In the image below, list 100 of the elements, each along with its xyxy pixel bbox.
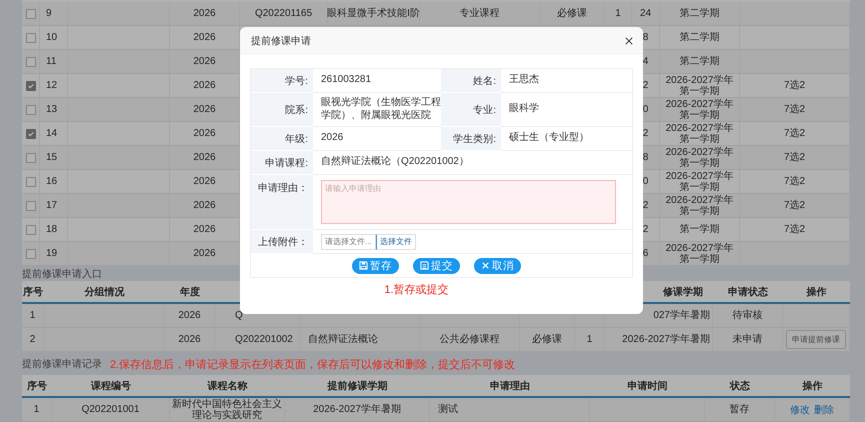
table-cell: 18 xyxy=(46,224,58,235)
checkbox[interactable] xyxy=(26,176,36,186)
section-title: 提前修课申请记录 xyxy=(22,358,102,371)
table-cell: 16 xyxy=(46,176,58,187)
table-cell: 2026 xyxy=(193,104,216,115)
table-cell-text: 2026-2027学年第一学期 xyxy=(664,242,734,264)
table-cell: 2026 xyxy=(193,80,216,91)
table-cell: 2026 xyxy=(193,56,216,67)
checkbox[interactable] xyxy=(26,8,36,18)
annotation-text: 2.保存信息后，申请记录显示在列表页面，保存后可以修改和删除，提交后不可修改 xyxy=(110,358,516,372)
column-header: 修课学期 xyxy=(663,286,703,298)
table-cell: 0 xyxy=(642,176,648,187)
reason-field[interactable]: 请输入申请理由 xyxy=(321,180,616,224)
cancel-button[interactable]: 取消 xyxy=(474,258,521,274)
table-cell: 眼科显微手术技能I阶 xyxy=(327,8,420,19)
table-cell: 7选2 xyxy=(784,104,806,115)
table-cell: 2026 xyxy=(193,8,216,19)
field-label: 专业: xyxy=(473,104,496,116)
table-cell: 2 xyxy=(642,224,648,235)
table-cell: 7选2 xyxy=(784,176,806,187)
column-header: 分组情况 xyxy=(84,286,124,298)
checkbox[interactable] xyxy=(26,152,36,162)
table-cell: 9 xyxy=(46,8,52,19)
apply-button[interactable]: 申请提前修课 xyxy=(786,330,846,349)
table-cell: 8 xyxy=(642,32,648,43)
column-header: 操作 xyxy=(802,380,822,392)
checkbox[interactable] xyxy=(26,248,36,258)
table-cell: 15 xyxy=(46,152,58,163)
table-cell: 2 xyxy=(642,200,648,211)
table-cell: 2026 xyxy=(193,128,216,139)
table-cell: 2026-2027学年暑期 xyxy=(622,334,710,345)
table-cell: 2 xyxy=(642,80,648,91)
table-cell: 2026 xyxy=(193,224,216,235)
table-cell: 2026 xyxy=(178,334,201,345)
field-value: 王思杰 xyxy=(509,74,539,87)
floppy-icon xyxy=(359,261,368,270)
field-value: 自然辩证法概论（Q202201002） xyxy=(321,156,469,169)
file-field[interactable]: 请选择文件... xyxy=(321,234,376,250)
close-icon[interactable] xyxy=(625,37,633,45)
table-cell: 2026 xyxy=(178,310,201,321)
table-cell: 专业课程 xyxy=(460,8,500,19)
checkbox[interactable] xyxy=(26,224,36,234)
table-cell: 027学年暑期 xyxy=(653,310,710,321)
table-cell: 新时代中国特色社会主义理论与实践研究 xyxy=(171,398,283,420)
action-link[interactable]: 修改 xyxy=(790,402,810,416)
table-cell: 测试 xyxy=(438,404,458,415)
table-cell-text: 2026-2027学年第一学期 xyxy=(664,170,734,192)
checkbox[interactable] xyxy=(26,128,36,138)
table-cell: 2 xyxy=(642,128,648,139)
column-header: 提前修课学期 xyxy=(328,380,388,392)
close-icon xyxy=(481,261,490,270)
checkbox[interactable] xyxy=(26,80,36,90)
table-cell: 第二学期 xyxy=(680,8,720,19)
field-label: 上传附件： xyxy=(258,236,308,248)
table-cell: 必修课 xyxy=(532,334,562,345)
action-link[interactable]: 删除 xyxy=(814,402,834,416)
table-cell: 待审核 xyxy=(732,310,762,321)
section-title: 提前修课申请入口 xyxy=(22,268,102,281)
checkbox[interactable] xyxy=(26,56,36,66)
table-cell: 1 xyxy=(586,334,592,345)
column-header: 序号 xyxy=(27,379,47,392)
table-cell: 7选2 xyxy=(784,128,806,139)
table-cell: 1 xyxy=(30,310,36,321)
field-value: 2026 xyxy=(321,132,344,145)
column-header: 课程名称 xyxy=(208,380,248,392)
field-label: 申请课程: xyxy=(265,156,308,170)
column-header: 序号 xyxy=(23,285,43,298)
table-cell: 第二学期 xyxy=(680,32,720,43)
column-header: 状态 xyxy=(730,380,750,392)
table-cell-text: 2026-2027学年第一学期 xyxy=(664,122,734,144)
field-label: 年级: xyxy=(285,132,308,146)
field-label: 学号: xyxy=(285,74,308,88)
table-cell: 第二学期 xyxy=(680,56,720,67)
table-cell: 17 xyxy=(46,200,58,211)
table-cell: 7选2 xyxy=(784,224,806,235)
field-value: 眼视光学院（生物医学工程学院）、附属眼视光医院 xyxy=(321,97,441,122)
table-cell: 7选2 xyxy=(784,152,806,163)
checkbox[interactable] xyxy=(26,200,36,210)
table-cell: 公共必修课程 xyxy=(440,334,500,345)
table-cell: 2026-2027学年暑期 xyxy=(313,404,401,415)
column-header: 申请时间 xyxy=(628,380,668,392)
annotation-text: 1.暂存或提交 xyxy=(384,282,449,297)
table-cell: 自然辩证法概论 xyxy=(308,334,378,345)
table-cell: 4 xyxy=(642,56,648,67)
floppy-icon xyxy=(420,261,429,270)
table-cell: 未申请 xyxy=(732,334,762,345)
save-button[interactable]: 暂存 xyxy=(352,258,399,274)
table-cell: 1 xyxy=(615,8,621,19)
checkbox[interactable] xyxy=(26,104,36,114)
table-cell-text: 2026-2027学年第一学期 xyxy=(664,98,734,120)
choose-file-button[interactable]: 选择文件 xyxy=(376,234,416,250)
checkbox[interactable] xyxy=(26,32,36,42)
table-cell: 24 xyxy=(640,8,652,19)
field-label: 院系: xyxy=(285,104,308,116)
column-header: 申请状态 xyxy=(728,286,768,298)
table-cell: 8 xyxy=(642,152,648,163)
table-cell: 13 xyxy=(46,104,58,115)
submit-button[interactable]: 提交 xyxy=(413,258,460,274)
table-cell: 10 xyxy=(46,32,58,43)
table-cell: 2 xyxy=(30,334,36,345)
